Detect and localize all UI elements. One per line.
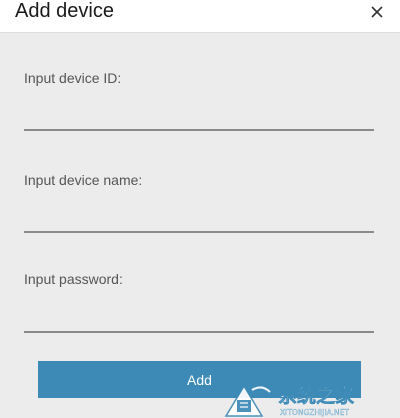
close-icon [371,6,383,18]
device-name-label: Input device name: [24,172,143,188]
watermark-subtext: XITONGZHIJIA.NET [280,408,349,417]
add-button[interactable]: Add [38,361,361,398]
password-input[interactable] [24,305,374,333]
close-button[interactable] [366,1,388,23]
add-device-dialog: Add device Input device ID: Input device… [0,0,400,418]
device-name-input[interactable] [24,205,374,233]
device-id-input[interactable] [24,103,374,131]
device-id-label: Input device ID: [24,70,122,86]
dialog-title: Add device [15,0,114,22]
dialog-titlebar: Add device [0,0,400,33]
password-label: Input password: [24,271,123,287]
